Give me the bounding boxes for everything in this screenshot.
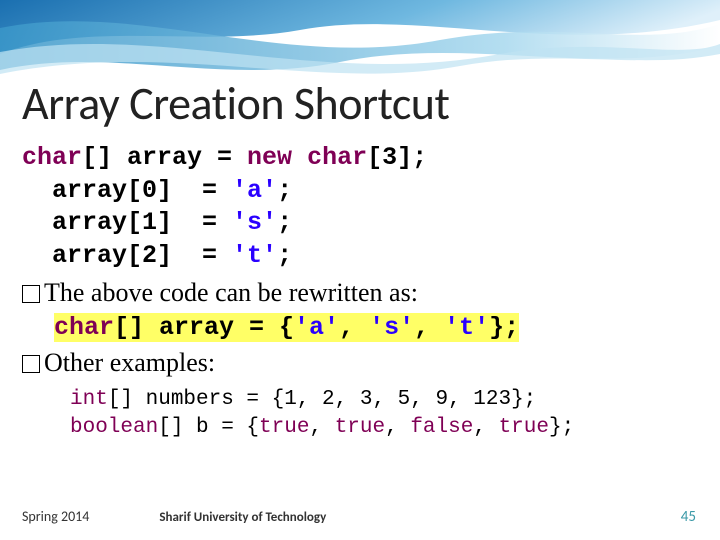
slide-title: Array Creation Shortcut	[22, 76, 698, 132]
footer-university: Sharif University of Technology	[89, 510, 680, 525]
footer-page-number: 45	[681, 508, 720, 526]
code-block-declaration: char[] array = new char[3]; array[0] = '…	[22, 142, 698, 272]
footer-term: Spring 2014	[0, 508, 89, 525]
kw-char-2: char	[307, 143, 367, 172]
text-other-examples: Other examples:	[22, 346, 698, 380]
slide-content: Array Creation Shortcut char[] array = n…	[0, 0, 720, 443]
code-examples: int[] numbers = {1, 2, 3, 5, 9, 123}; bo…	[70, 386, 698, 443]
bullet-icon	[22, 285, 40, 303]
char-t: 't'	[232, 241, 277, 270]
text-rewritten: The above code can be rewritten as:	[22, 276, 698, 310]
bullet-icon	[22, 355, 40, 373]
char-s: 's'	[232, 208, 277, 237]
char-a: 'a'	[232, 176, 277, 205]
slide-footer: Spring 2014 Sharif University of Technol…	[0, 508, 720, 526]
kw-char: char	[22, 143, 82, 172]
kw-int: int	[70, 388, 108, 411]
kw-new: new	[247, 143, 292, 172]
code-shortcut: char[] array = {'a', 's', 't'};	[54, 312, 698, 345]
kw-char-3: char	[54, 313, 114, 342]
kw-boolean: boolean	[70, 416, 158, 439]
